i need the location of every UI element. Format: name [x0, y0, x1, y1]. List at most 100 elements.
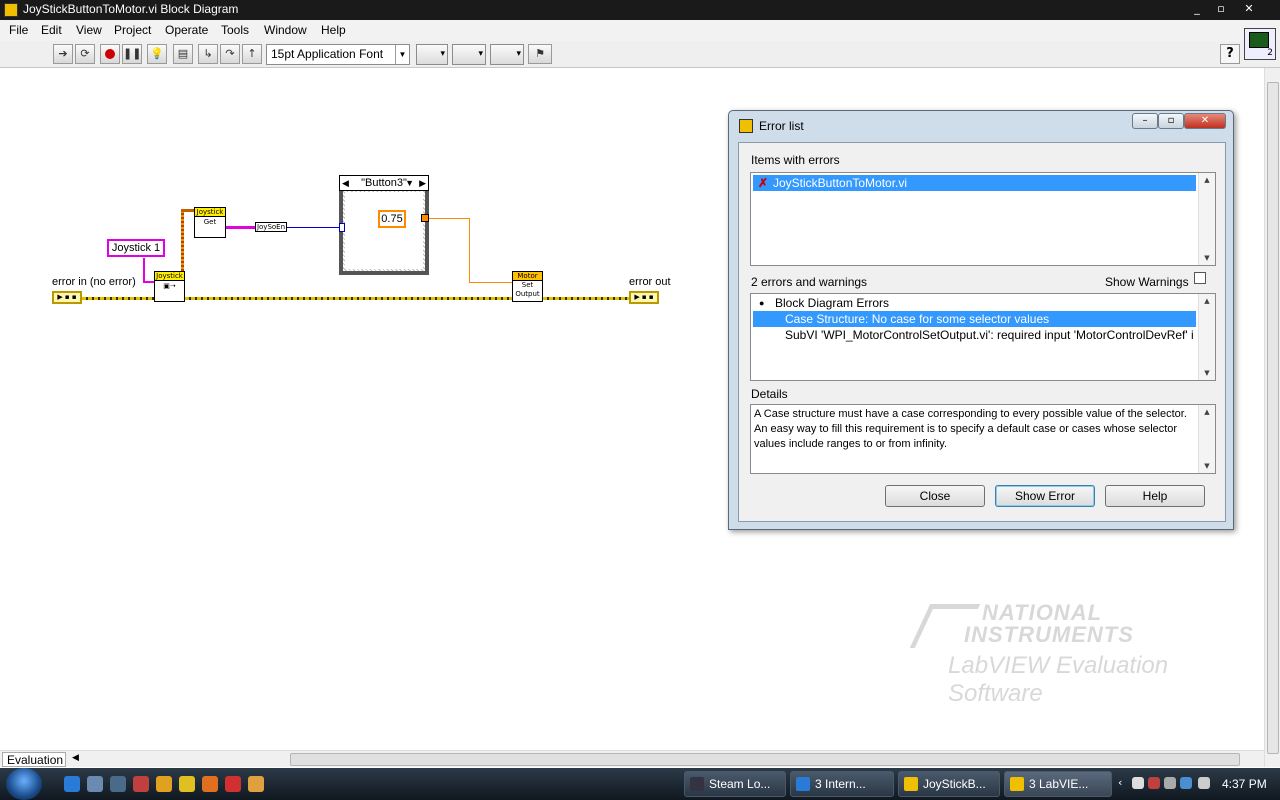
- vi-connector-icon[interactable]: 2: [1244, 28, 1276, 60]
- menu-view[interactable]: View: [76, 23, 102, 37]
- step-out-icon[interactable]: ↑: [242, 44, 262, 64]
- align-objects-icon[interactable]: ▾: [416, 44, 448, 65]
- network-tray-icon[interactable]: [1180, 777, 1192, 789]
- scroll-down-icon[interactable]: ▼: [1199, 366, 1215, 380]
- volume-icon[interactable]: [1198, 777, 1210, 789]
- network-icon[interactable]: [110, 776, 126, 792]
- tray-icon[interactable]: [1164, 777, 1176, 789]
- joystick-ref-wire: [181, 209, 184, 273]
- context-help-button[interactable]: ?: [1220, 44, 1240, 64]
- menu-file[interactable]: File: [9, 23, 28, 37]
- tray-icon[interactable]: [1132, 777, 1144, 789]
- abort-icon[interactable]: [100, 44, 120, 64]
- vertical-scrollbar[interactable]: [1264, 68, 1280, 767]
- font-dropdown[interactable]: 15pt Application Font ▼: [266, 44, 410, 65]
- title-bar: JoyStickButtonToMotor.vi Block Diagram _…: [0, 0, 1280, 20]
- vertical-scroll-thumb[interactable]: [1267, 82, 1279, 754]
- chrome-icon[interactable]: [179, 776, 195, 792]
- scroll-up-icon[interactable]: ▲: [1199, 294, 1215, 308]
- details-box[interactable]: A Case structure must have a case corres…: [750, 404, 1216, 474]
- tray-expand-icon[interactable]: ‹: [1118, 776, 1122, 789]
- menu-tools[interactable]: Tools: [221, 23, 249, 37]
- labview-icon: [904, 777, 918, 791]
- step-over-icon[interactable]: ↷: [220, 44, 240, 64]
- dialog-minimize-button[interactable]: –: [1132, 113, 1158, 129]
- step-into-icon[interactable]: ↳: [198, 44, 218, 64]
- dialog-app-icon: [739, 119, 753, 133]
- minimize-button[interactable]: _: [1186, 1, 1208, 17]
- items-with-errors-list[interactable]: ✗ JoyStickButtonToMotor.vi ▲ ▼: [750, 172, 1216, 266]
- internet-explorer-icon[interactable]: [64, 776, 80, 792]
- menu-project[interactable]: Project: [114, 23, 151, 37]
- error-in-terminal[interactable]: ▶ ▪ ▪: [52, 291, 82, 304]
- retain-wire-values-icon[interactable]: ▤: [173, 44, 193, 64]
- dialog-maximize-button[interactable]: ▫: [1158, 113, 1184, 129]
- firefox-icon[interactable]: [202, 776, 218, 792]
- run-continuously-icon[interactable]: ⟳: [75, 44, 95, 64]
- task-joystick-vi[interactable]: JoyStickB...: [898, 771, 1000, 797]
- show-warnings-checkbox[interactable]: [1194, 272, 1206, 284]
- run-icon[interactable]: ➔: [53, 44, 73, 64]
- case-dropdown-icon[interactable]: ▼: [405, 176, 414, 190]
- decrement-case-icon[interactable]: ◀: [342, 176, 349, 190]
- list-item[interactable]: ● Block Diagram Errors: [753, 295, 1196, 311]
- unbundle-by-name-node[interactable]: JoySoEn: [255, 222, 287, 232]
- highlight-execution-icon[interactable]: 💡: [147, 44, 167, 64]
- scroll-down-icon[interactable]: ▼: [1199, 251, 1215, 265]
- joystick-constant[interactable]: Joystick 1: [107, 239, 165, 257]
- scroll-left-icon[interactable]: ◀: [72, 753, 79, 763]
- tray-icon[interactable]: [1148, 777, 1160, 789]
- quicklaunch-app-icon[interactable]: [133, 776, 149, 792]
- horizontal-scroll-thumb[interactable]: [290, 753, 1240, 766]
- menu-window[interactable]: Window: [264, 23, 307, 37]
- scroll-down-icon[interactable]: ▼: [1199, 459, 1215, 473]
- joystick-get-node[interactable]: Joystick Get: [194, 207, 226, 238]
- details-scrollbar[interactable]: ▲ ▼: [1198, 405, 1215, 473]
- errors-list[interactable]: ● Block Diagram Errors Case Structure: N…: [750, 293, 1216, 381]
- menu-help[interactable]: Help: [321, 23, 346, 37]
- joystick-open-node[interactable]: Joystick ▣➝: [154, 271, 185, 302]
- task-steam[interactable]: Steam Lo...: [684, 771, 786, 797]
- show-desktop-icon[interactable]: [87, 776, 103, 792]
- scroll-up-icon[interactable]: ▲: [1199, 405, 1215, 419]
- distribute-objects-icon[interactable]: ▾: [452, 44, 486, 65]
- motor-node-line1: Set: [521, 281, 534, 289]
- dialog-close-button[interactable]: ✕: [1184, 113, 1226, 129]
- clock-app-icon[interactable]: [248, 776, 264, 792]
- list-item[interactable]: ✗ JoyStickButtonToMotor.vi: [753, 175, 1196, 191]
- show-error-button[interactable]: Show Error: [995, 485, 1095, 507]
- clock[interactable]: 4:37 PM: [1222, 777, 1267, 791]
- case-selector[interactable]: ◀ "Button3" ▼ ▶: [339, 175, 429, 191]
- horizontal-scrollbar[interactable]: Evaluation ◀: [0, 750, 1264, 767]
- increment-case-icon[interactable]: ▶: [419, 176, 426, 190]
- error-row-selected[interactable]: Case Structure: No case for some selecto…: [753, 311, 1196, 327]
- close-dialog-button[interactable]: Close: [885, 485, 985, 507]
- menu-operate[interactable]: Operate: [165, 23, 208, 37]
- motor-set-output-node[interactable]: Motor Set Output: [512, 271, 543, 302]
- task-label: JoyStickB...: [923, 777, 986, 791]
- joystick-open-glyph: ▣➝: [163, 282, 176, 290]
- menu-edit[interactable]: Edit: [41, 23, 62, 37]
- output-tunnel[interactable]: [421, 214, 429, 222]
- numeric-constant[interactable]: 0.75: [378, 210, 406, 228]
- quicklaunch-app-icon[interactable]: [225, 776, 241, 792]
- list-scrollbar[interactable]: ▲ ▼: [1198, 294, 1215, 380]
- start-button[interactable]: [6, 768, 42, 800]
- help-dialog-button[interactable]: Help: [1105, 485, 1205, 507]
- error-out-terminal[interactable]: ▶ ▪ ▪: [629, 291, 659, 304]
- media-player-icon[interactable]: [156, 776, 172, 792]
- clean-up-diagram-icon[interactable]: ⚑: [528, 44, 552, 64]
- details-label: Details: [751, 387, 788, 401]
- task-internet-explorer[interactable]: 3 Intern...: [790, 771, 894, 797]
- close-button[interactable]: ✕: [1238, 1, 1260, 17]
- bullet-icon: ●: [759, 298, 765, 308]
- task-labview[interactable]: 3 LabVIE...: [1004, 771, 1112, 797]
- list-scrollbar[interactable]: ▲ ▼: [1198, 173, 1215, 265]
- restore-button[interactable]: ▫: [1210, 1, 1232, 17]
- watermark-line3: LabVIEW Evaluation Software: [948, 652, 1169, 707]
- scroll-up-icon[interactable]: ▲: [1199, 173, 1215, 187]
- reorder-icon[interactable]: ▾: [490, 44, 524, 65]
- errors-count-label: 2 errors and warnings: [751, 275, 868, 289]
- pause-icon[interactable]: ❚❚: [122, 44, 142, 64]
- error-row[interactable]: SubVI 'WPI_MotorControlSetOutput.vi': re…: [753, 327, 1196, 343]
